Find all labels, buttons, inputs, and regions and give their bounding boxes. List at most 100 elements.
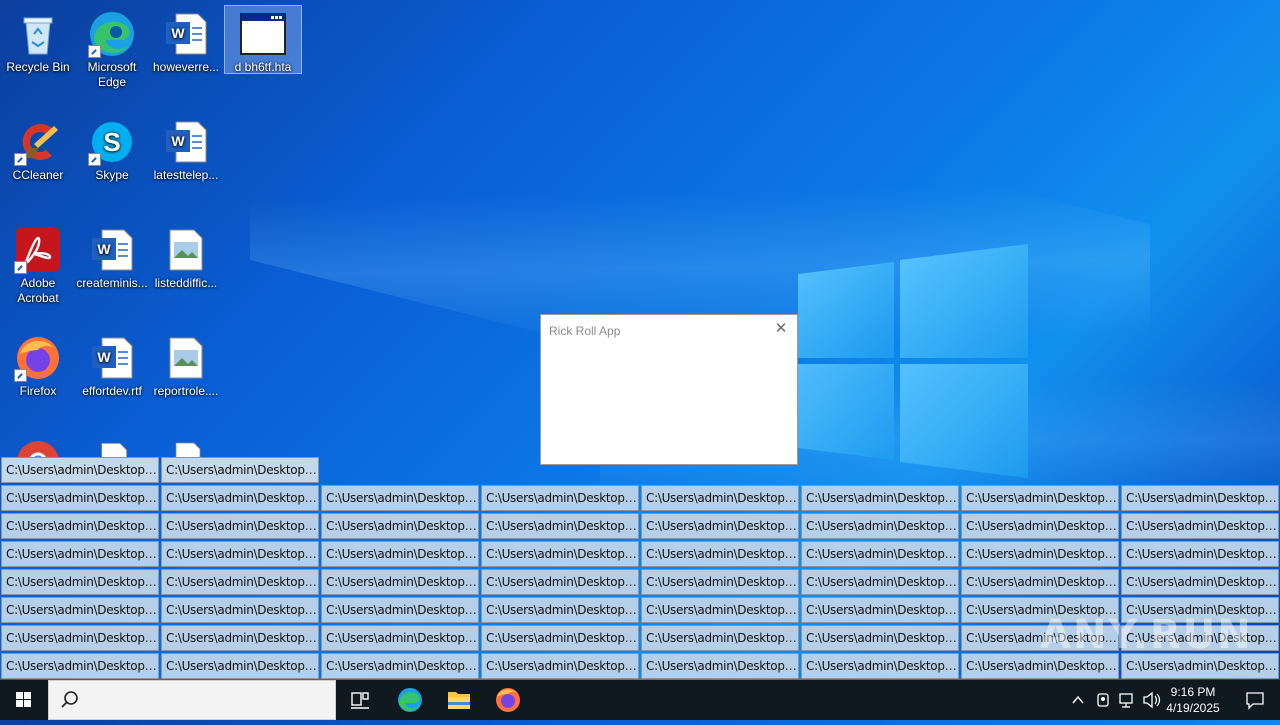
skype-icon: S [88,118,136,166]
desktop-icon-firefox[interactable]: Firefox [0,330,76,399]
path-window-bar[interactable]: C:\Users\admin\Desktop\d... [641,541,799,567]
clock-time: 9:16 PM [1170,685,1216,699]
path-window-bar[interactable]: C:\Users\admin\Desktop\d... [161,457,319,483]
desktop-icon-reportrole[interactable]: reportrole.... [148,330,224,399]
path-window-bar[interactable]: C:\Users\admin\Desktop\d... [321,541,479,567]
desktop-icon-effortdev[interactable]: W effortdev.rtf [74,330,150,399]
svg-text:S: S [103,127,120,157]
taskbar-file-explorer-button[interactable] [435,680,483,720]
shortcut-arrow-icon [88,153,101,166]
path-window-bar[interactable]: C:\Users\admin\Desktop\d... [801,597,959,623]
path-window-bar[interactable]: C:\Users\admin\Desktop\d... [481,485,639,511]
path-window-bar[interactable]: C:\Users\admin\Desktop\d... [1121,569,1279,595]
path-window-bar[interactable]: C:\Users\admin\Desktop\d... [1,653,159,679]
path-window-bar[interactable]: C:\Users\admin\Desktop\d... [321,569,479,595]
notification-icon [1246,692,1264,710]
path-window-bar[interactable]: C:\Users\admin\Desktop\d... [641,597,799,623]
chrome-icon-partial[interactable] [14,438,62,458]
path-window-bar[interactable]: C:\Users\admin\Desktop\d... [481,513,639,539]
path-window-bar[interactable]: C:\Users\admin\Desktop\d... [801,485,959,511]
path-window-bar[interactable]: C:\Users\admin\Desktop\d... [961,513,1119,539]
path-window-bar[interactable]: C:\Users\admin\Desktop\d... [801,625,959,651]
path-window-bar[interactable]: C:\Users\admin\Desktop\d... [1121,513,1279,539]
path-window-bar[interactable]: C:\Users\admin\Desktop\d... [1,541,159,567]
word-doc-icon: W [162,118,210,166]
edge-icon [398,688,422,712]
window-title: Rick Roll App [549,324,621,338]
network-icon[interactable] [1119,693,1133,708]
path-window-bar[interactable]: C:\Users\admin\Desktop\d... [1,513,159,539]
path-window-bar[interactable]: C:\Users\admin\Desktop\d... [1,485,159,511]
desktop-icon-latesttelep[interactable]: W latesttelep... [148,114,224,183]
desktop-icon-microsoft-edge[interactable]: Microsoft Edge [74,6,150,90]
path-window-bar[interactable]: C:\Users\admin\Desktop\d... [321,653,479,679]
path-window-bar[interactable]: C:\Users\admin\Desktop\d... [161,653,319,679]
path-window-bar[interactable]: C:\Users\admin\Desktop\d... [161,569,319,595]
path-window-bar[interactable]: C:\Users\admin\Desktop\d... [961,569,1119,595]
path-window-bar[interactable]: C:\Users\admin\Desktop\d... [161,597,319,623]
image-file-icon [162,334,210,382]
taskbar-edge-button[interactable] [386,680,434,720]
acrobat-icon [14,226,62,274]
svg-text:W: W [171,25,185,41]
path-window-bar[interactable]: C:\Users\admin\Desktop\d... [1,457,159,483]
path-window-bar[interactable]: C:\Users\admin\Desktop\d... [161,625,319,651]
windows-start-icon [16,692,31,707]
path-window-bar[interactable]: C:\Users\admin\Desktop\d... [481,569,639,595]
close-icon[interactable]: ✕ [773,321,789,337]
search-icon [61,691,78,708]
path-window-bar[interactable]: C:\Users\admin\Desktop\d... [801,513,959,539]
path-window-bar[interactable]: C:\Users\admin\Desktop\d... [641,625,799,651]
desktop-icon-skype[interactable]: S Skype [74,114,150,183]
start-button[interactable] [0,680,48,720]
path-window-bar[interactable]: C:\Users\admin\Desktop\d... [321,597,479,623]
path-window-bar[interactable]: C:\Users\admin\Desktop\d... [161,485,319,511]
image-file-icon [162,226,210,274]
path-window-bar[interactable]: C:\Users\admin\Desktop\d... [161,513,319,539]
hta-window-icon [239,10,287,58]
taskbar-firefox-button[interactable] [484,680,532,720]
task-view-button[interactable] [336,680,384,720]
path-window-bar[interactable]: C:\Users\admin\Desktop\d... [321,625,479,651]
path-window-bar[interactable]: C:\Users\admin\Desktop\d... [961,485,1119,511]
desktop-icon-recycle-bin[interactable]: Recycle Bin [0,6,76,75]
path-window-bar[interactable]: C:\Users\admin\Desktop\d... [641,653,799,679]
desktop-icon-createminis[interactable]: W createminis... [74,222,150,291]
path-window-bar[interactable]: C:\Users\admin\Desktop\d... [321,513,479,539]
desktop-icon-howeverre[interactable]: W howeverre... [148,6,224,75]
path-window-bar[interactable]: C:\Users\admin\Desktop\d... [161,541,319,567]
taskbar-clock[interactable]: 9:16 PM 4/19/2025 [1158,684,1228,716]
path-window-bar[interactable]: C:\Users\admin\Desktop\d... [801,653,959,679]
path-window-bar[interactable]: C:\Users\admin\Desktop\d... [321,485,479,511]
path-window-bar[interactable]: C:\Users\admin\Desktop\d... [1,597,159,623]
desktop-icon-adobe-acrobat[interactable]: Adobe Acrobat [0,222,76,306]
path-window-bar[interactable]: C:\Users\admin\Desktop\d... [481,625,639,651]
rick-roll-app-window[interactable]: Rick Roll App ✕ [540,314,798,465]
path-window-bar[interactable]: C:\Users\admin\Desktop\d... [641,485,799,511]
path-window-bar[interactable]: C:\Users\admin\Desktop\d... [801,569,959,595]
path-window-bar[interactable]: C:\Users\admin\Desktop\d... [1121,541,1279,567]
image-file-icon-partial[interactable] [170,440,206,458]
shortcut-arrow-icon [14,153,27,166]
meet-now-icon[interactable] [1097,693,1109,707]
path-window-bar[interactable]: C:\Users\admin\Desktop\d... [641,513,799,539]
desktop-icon-hta-file[interactable]: d bh6tf.hta [224,5,302,74]
path-window-bar[interactable]: C:\Users\admin\Desktop\d... [481,653,639,679]
path-window-bar[interactable]: C:\Users\admin\Desktop\d... [801,541,959,567]
path-window-bar[interactable]: C:\Users\admin\Desktop\d... [1,569,159,595]
word-doc-icon: W [162,10,210,58]
path-window-bar[interactable]: C:\Users\admin\Desktop\d... [1121,485,1279,511]
path-window-bar[interactable]: C:\Users\admin\Desktop\d... [641,569,799,595]
search-box[interactable] [48,680,336,720]
desktop-icon-ccleaner[interactable]: CCleaner [0,114,76,183]
word-doc-icon: W [88,334,136,382]
word-doc-icon-partial[interactable] [90,440,130,458]
chevron-up-icon[interactable] [1072,695,1084,704]
path-window-bar[interactable]: C:\Users\admin\Desktop\d... [481,597,639,623]
action-center-button[interactable] [1244,690,1266,710]
desktop-icon-listeddiffic[interactable]: listeddiffic... [148,222,224,291]
path-window-bar[interactable]: C:\Users\admin\Desktop\d... [1,625,159,651]
path-window-bar[interactable]: C:\Users\admin\Desktop\d... [961,541,1119,567]
path-window-bar[interactable]: C:\Users\admin\Desktop\d... [481,541,639,567]
recycle-bin-icon [14,10,62,58]
